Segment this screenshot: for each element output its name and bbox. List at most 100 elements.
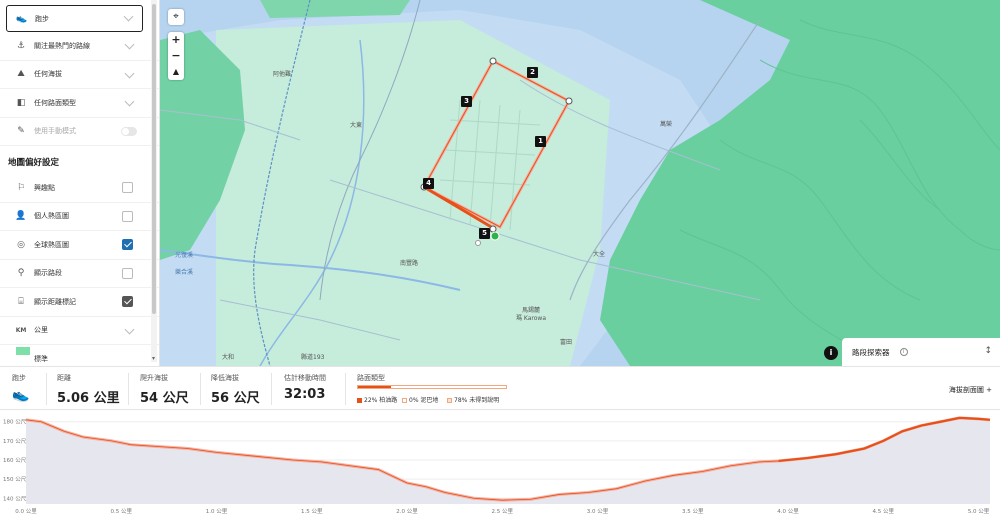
locate-me-button[interactable]: ⌖ — [168, 9, 184, 25]
pref-checkbox[interactable] — [122, 239, 133, 250]
distance-stat: 距離 5.06 公里 — [57, 373, 120, 406]
manual-mode-row: ✎ 使用手動模式 — [0, 118, 159, 146]
zoom-out-button[interactable]: − — [168, 48, 184, 64]
surface-stat: 路面類型 — [357, 373, 385, 383]
sport-stat: 跑步 👟 — [12, 373, 29, 403]
surface-bar-fill — [358, 386, 391, 388]
elevation-profile-chart[interactable]: 180 公尺 170 公尺 160 公尺 150 公尺 140 公尺 0.0 公里 0.5 … — [0, 410, 1000, 516]
map-label: 光復溪 — [175, 252, 194, 259]
pref-poi[interactable]: ⚐ 興趣點 — [0, 174, 159, 203]
y-tick-label: 180 公尺 — [3, 419, 27, 426]
surface-legend-text: 22% 柏油路 — [364, 397, 398, 404]
distance-value: 5.06 公里 — [57, 391, 120, 406]
x-tick-label: 4.5 公里 — [873, 508, 895, 515]
distance-marker: 5 — [479, 228, 490, 239]
pref-label: 個人熱區圖 — [34, 212, 69, 221]
pref-segments[interactable]: ⚲ 顯示路段 — [0, 260, 159, 288]
distance-marker-icon: ⌸ — [18, 296, 24, 307]
elevation-loss-label: 降低海拔 — [211, 374, 239, 382]
elevation-dropdown[interactable]: ⛰ 任何海拔 — [0, 61, 159, 89]
units-label: 公里 — [34, 326, 48, 335]
distance-marker: 4 — [423, 178, 434, 189]
pref-checkbox[interactable] — [122, 267, 133, 279]
pref-global-heatmap[interactable]: ◎ 全球熱區圖 — [0, 231, 159, 260]
sport-type-dropdown[interactable]: 👟 跑步 — [6, 5, 143, 32]
elevation-gain-label: 爬升海拔 — [140, 374, 168, 382]
pref-checkbox[interactable] — [122, 182, 133, 193]
x-tick-label: 0.5 公里 — [111, 508, 133, 515]
surface-legend-text: 78% 未得到說明 — [454, 397, 500, 404]
elevation-label: 任何海拔 — [34, 70, 62, 79]
flag-icon: ⚐ — [16, 182, 26, 193]
pref-checkbox[interactable] — [122, 210, 133, 222]
elevation-gain-stat: 爬升海拔 54 公尺 — [140, 373, 189, 406]
zoom-in-button[interactable]: + — [168, 32, 184, 48]
pref-personal-heatmap[interactable]: 👤 個人熱區圖 — [0, 203, 159, 231]
route-builder: 👟 跑步 ⚓ 關注最熱門的路線 ⛰ 任何海拔 ◧ 任何路面類型 ✎ 使用手動模式… — [0, 0, 1000, 516]
shoe-icon: 👟 — [16, 13, 28, 24]
pref-label: 興趣點 — [34, 183, 55, 192]
map-label: 大全 — [593, 251, 606, 258]
info-icon[interactable]: i — [824, 346, 838, 360]
surface-legend-text: 0% 泥巴地 — [409, 397, 439, 404]
map-style-row[interactable]: 標準 — [0, 345, 159, 366]
map-graphics — [160, 0, 1000, 366]
sport-stat-label: 跑步 — [12, 374, 26, 382]
y-tick-label: 140 公尺 — [3, 495, 27, 502]
distance-label: 距離 — [57, 374, 71, 382]
divider — [46, 373, 47, 405]
surface-icon: ◧ — [16, 97, 26, 108]
segment-explorer-label: 路段探索器 — [852, 347, 890, 357]
pencil-icon: ✎ — [17, 126, 25, 137]
surface-label: 任何路面類型 — [34, 98, 76, 107]
surface-legend-paved: 22% 柏油路 — [357, 395, 397, 404]
x-tick-label: 2.0 公里 — [396, 508, 418, 515]
segment-explorer-button[interactable]: 路段探索器 i ↕ — [842, 338, 1000, 366]
shoe-icon: 👟 — [12, 387, 30, 403]
moving-time-value: 32:03 — [284, 387, 326, 402]
y-tick-label: 150 公尺 — [3, 476, 27, 483]
surface-bar — [357, 385, 507, 389]
pref-units[interactable]: KM 公里 — [0, 317, 159, 345]
units-icon: KM — [15, 326, 27, 334]
map-label: 縣道193 — [301, 354, 325, 361]
pref-label: 全球熱區圖 — [34, 240, 69, 249]
distance-marker: 2 — [527, 67, 538, 78]
expand-icon[interactable]: ↕ — [984, 346, 992, 356]
map-canvas[interactable]: 阿他難 大東 大和 南豐路 樂合溪 萬榮 光復溪 馬錫麓 大全 富田 瑪 Kar… — [160, 0, 1000, 366]
distance-marker: 1 — [535, 136, 546, 147]
x-tick-label: 3.0 公里 — [587, 508, 609, 515]
x-tick-label: 1.5 公里 — [301, 508, 323, 515]
zoom-controls: + − ▲ — [168, 32, 184, 80]
popularity-icon: ⚓ — [16, 40, 26, 51]
pref-checkbox[interactable] — [122, 296, 133, 307]
x-tick-label: 1.0 公里 — [206, 508, 228, 515]
pref-label: 顯示距離標記 — [34, 297, 76, 306]
sidebar-scroll-thumb[interactable] — [152, 4, 156, 314]
elevation-chart-svg: 180 公尺 170 公尺 160 公尺 150 公尺 140 公尺 0.0 公里 0.5 … — [3, 416, 991, 515]
popularity-label: 關注最熱門的路線 — [34, 41, 90, 50]
manual-mode-label: 使用手動模式 — [34, 127, 76, 136]
chevron-down-icon — [124, 96, 135, 107]
map-label: 阿他難 — [273, 71, 292, 78]
elevation-profile-toggle[interactable]: 海拔剖面圖 + — [949, 385, 992, 395]
map-label: 萬榮 — [660, 121, 673, 128]
info-icon[interactable]: i — [899, 348, 908, 356]
manual-mode-toggle[interactable] — [121, 126, 137, 136]
x-tick-label: 2.5 公里 — [492, 508, 514, 515]
route-stats-bar: 跑步 👟 距離 5.06 公里 爬升海拔 54 公尺 降低海拔 56 公尺 估計… — [0, 366, 1000, 410]
elevation-area — [26, 417, 990, 504]
options-panel: 👟 跑步 ⚓ 關注最熱門的路線 ⛰ 任何海拔 ◧ 任何路面類型 ✎ 使用手動模式… — [0, 0, 160, 366]
scroll-down-arrow-icon[interactable]: ▾ — [152, 355, 155, 362]
mountain-icon: ⛰ — [17, 69, 25, 80]
surface-label: 路面類型 — [357, 374, 385, 382]
compass-icon[interactable]: ▲ — [168, 64, 184, 80]
divider — [345, 373, 346, 405]
x-tick-label: 3.5 公里 — [682, 508, 704, 515]
map-label: 富田 — [560, 339, 573, 346]
divider — [200, 373, 201, 405]
popularity-dropdown[interactable]: ⚓ 關注最熱門的路線 — [0, 32, 159, 61]
surface-dropdown[interactable]: ◧ 任何路面類型 — [0, 89, 159, 118]
pref-distance-markers[interactable]: ⌸ 顯示距離標記 — [0, 288, 159, 317]
distance-marker: 3 — [461, 96, 472, 107]
